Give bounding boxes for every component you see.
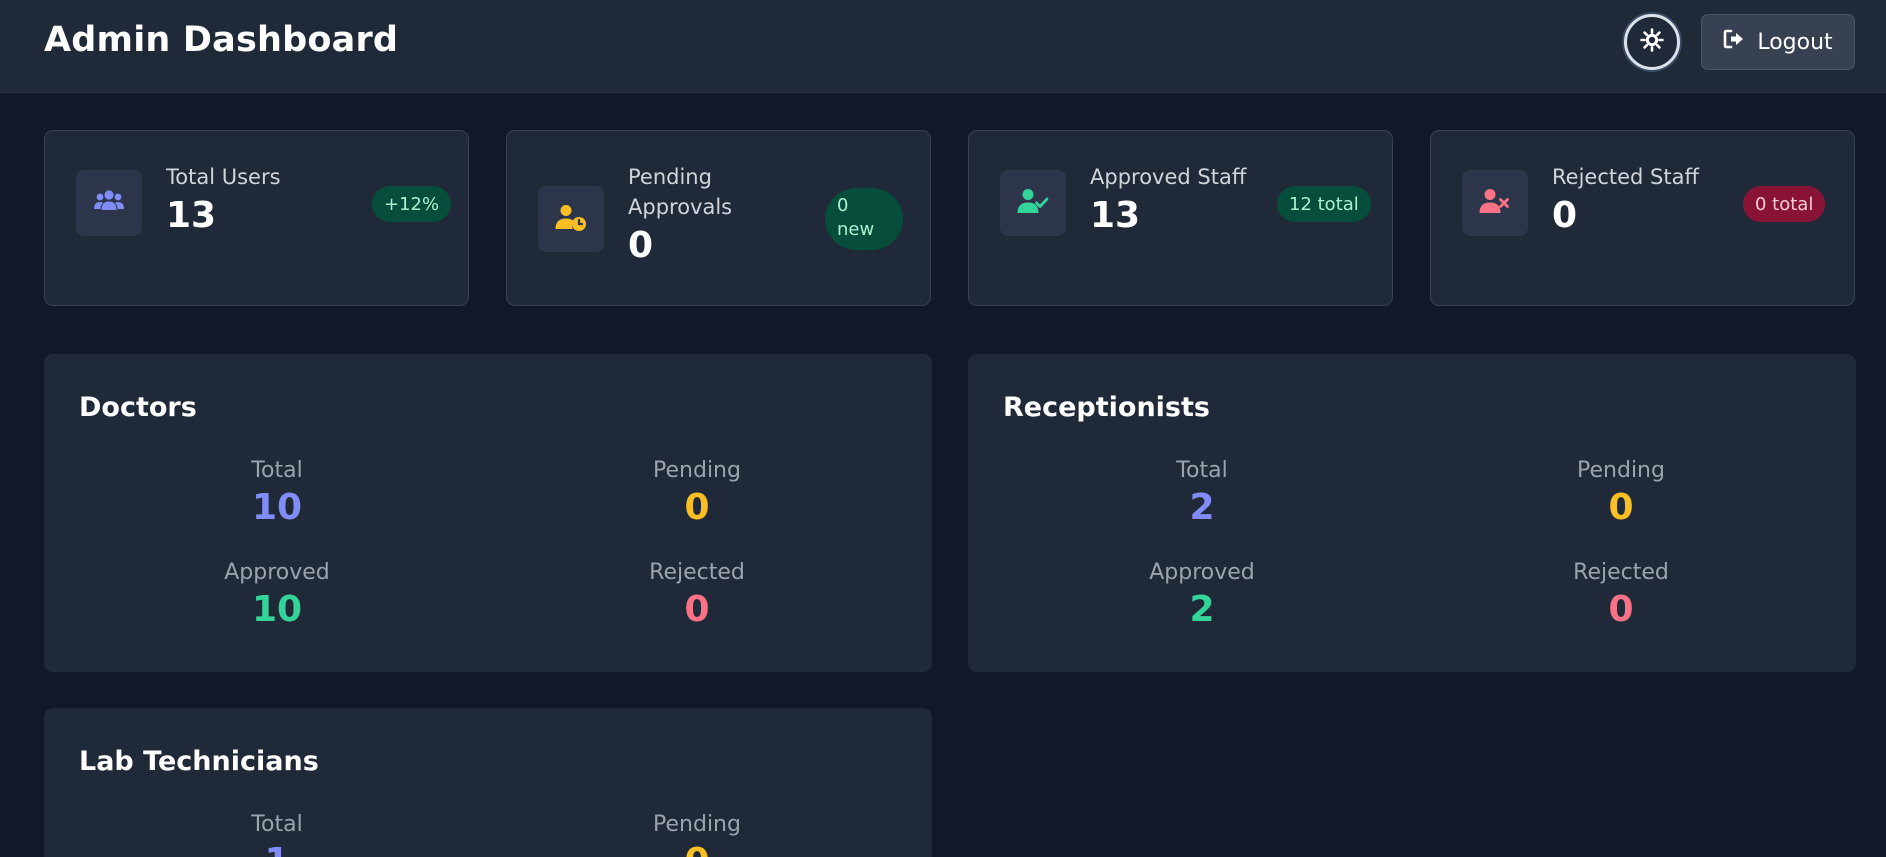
metric-label: Total	[1176, 458, 1228, 483]
stat-card-approved-staff: Approved Staff 13 12 total	[968, 130, 1393, 306]
doctors-panel: Doctors Total 10 Pending 0 Approved 10 R…	[44, 354, 932, 672]
metric-label: Pending	[1577, 458, 1665, 483]
metric-label: Rejected	[649, 560, 745, 585]
stat-label: Rejected Staff	[1552, 165, 1699, 189]
metric-total: Total 10	[177, 457, 377, 531]
metric-value: 10	[251, 589, 303, 630]
metric-rejected: Rejected 0	[597, 559, 797, 633]
sign-out-icon	[1723, 29, 1745, 55]
users-icon	[93, 188, 125, 218]
panel-title: Receptionists	[1003, 392, 1210, 423]
stat-label: Pending Approvals	[628, 165, 733, 219]
stat-card-total-users: Total Users 13 +12%	[44, 130, 469, 306]
stat-value: 0	[1552, 195, 1578, 236]
top-header: Admin Dashboard Logout	[0, 0, 1886, 93]
metric-value: 2	[1189, 487, 1215, 528]
metric-value: 0	[684, 487, 710, 528]
lab-technicians-panel: Lab Technicians Total 1 Pending 0	[44, 708, 932, 857]
metric-pending: Pending 0	[597, 457, 797, 531]
panel-title: Doctors	[79, 392, 197, 423]
metric-pending: Pending 0	[597, 811, 797, 857]
metric-rejected: Rejected 0	[1521, 559, 1721, 633]
total-badge: 12 total	[1277, 186, 1371, 222]
metric-label: Pending	[653, 458, 741, 483]
stat-label: Total Users	[166, 165, 281, 189]
total-badge: 0 total	[1743, 186, 1826, 222]
metric-value: 10	[251, 487, 303, 528]
metric-label: Total	[251, 812, 303, 837]
metric-value: 1	[177, 839, 377, 857]
metric-value: 0	[684, 589, 710, 630]
metric-value: 0	[1608, 589, 1634, 630]
stat-card-rejected-staff: Rejected Staff 0 0 total	[1430, 130, 1855, 306]
metric-total: Total 2	[1102, 457, 1302, 531]
metric-label: Approved	[1149, 560, 1255, 585]
sun-icon	[1640, 28, 1664, 56]
metric-label: Rejected	[1573, 560, 1669, 585]
user-clock-icon-box	[538, 186, 604, 252]
metric-pending: Pending 0	[1521, 457, 1721, 531]
theme-toggle-button[interactable]	[1624, 14, 1680, 70]
metric-label: Pending	[653, 812, 741, 837]
metric-label: Approved	[224, 560, 330, 585]
users-icon-box	[76, 170, 142, 236]
stat-value: 13	[166, 195, 217, 236]
metric-approved: Approved 10	[177, 559, 377, 633]
user-check-icon	[1017, 187, 1049, 219]
page-title: Admin Dashboard	[44, 20, 399, 60]
metric-label: Total	[251, 458, 303, 483]
growth-badge: +12%	[372, 186, 452, 222]
stat-label: Approved Staff	[1090, 165, 1247, 189]
metric-value: 0	[1608, 487, 1634, 528]
stat-value: 13	[1090, 195, 1141, 236]
receptionists-panel: Receptionists Total 2 Pending 0 Approved…	[968, 354, 1856, 672]
logout-button[interactable]: Logout	[1701, 14, 1855, 70]
logout-label: Logout	[1757, 29, 1833, 55]
new-badge-text: new	[837, 219, 875, 240]
user-check-icon-box	[1000, 170, 1066, 236]
stat-card-pending-approvals: Pending Approvals 0 0 new	[506, 130, 931, 306]
metric-value: 2	[1189, 589, 1215, 630]
stat-value: 0	[628, 225, 654, 266]
user-clock-icon	[555, 203, 587, 235]
metric-approved: Approved 2	[1102, 559, 1302, 633]
metric-total: Total 1	[177, 811, 377, 857]
user-xmark-icon	[1479, 187, 1511, 219]
panel-title: Lab Technicians	[79, 746, 319, 777]
metric-value: 0	[597, 839, 797, 857]
user-xmark-icon-box	[1462, 170, 1528, 236]
new-badge: 0 new	[825, 188, 903, 250]
new-badge-count: 0	[837, 195, 849, 216]
